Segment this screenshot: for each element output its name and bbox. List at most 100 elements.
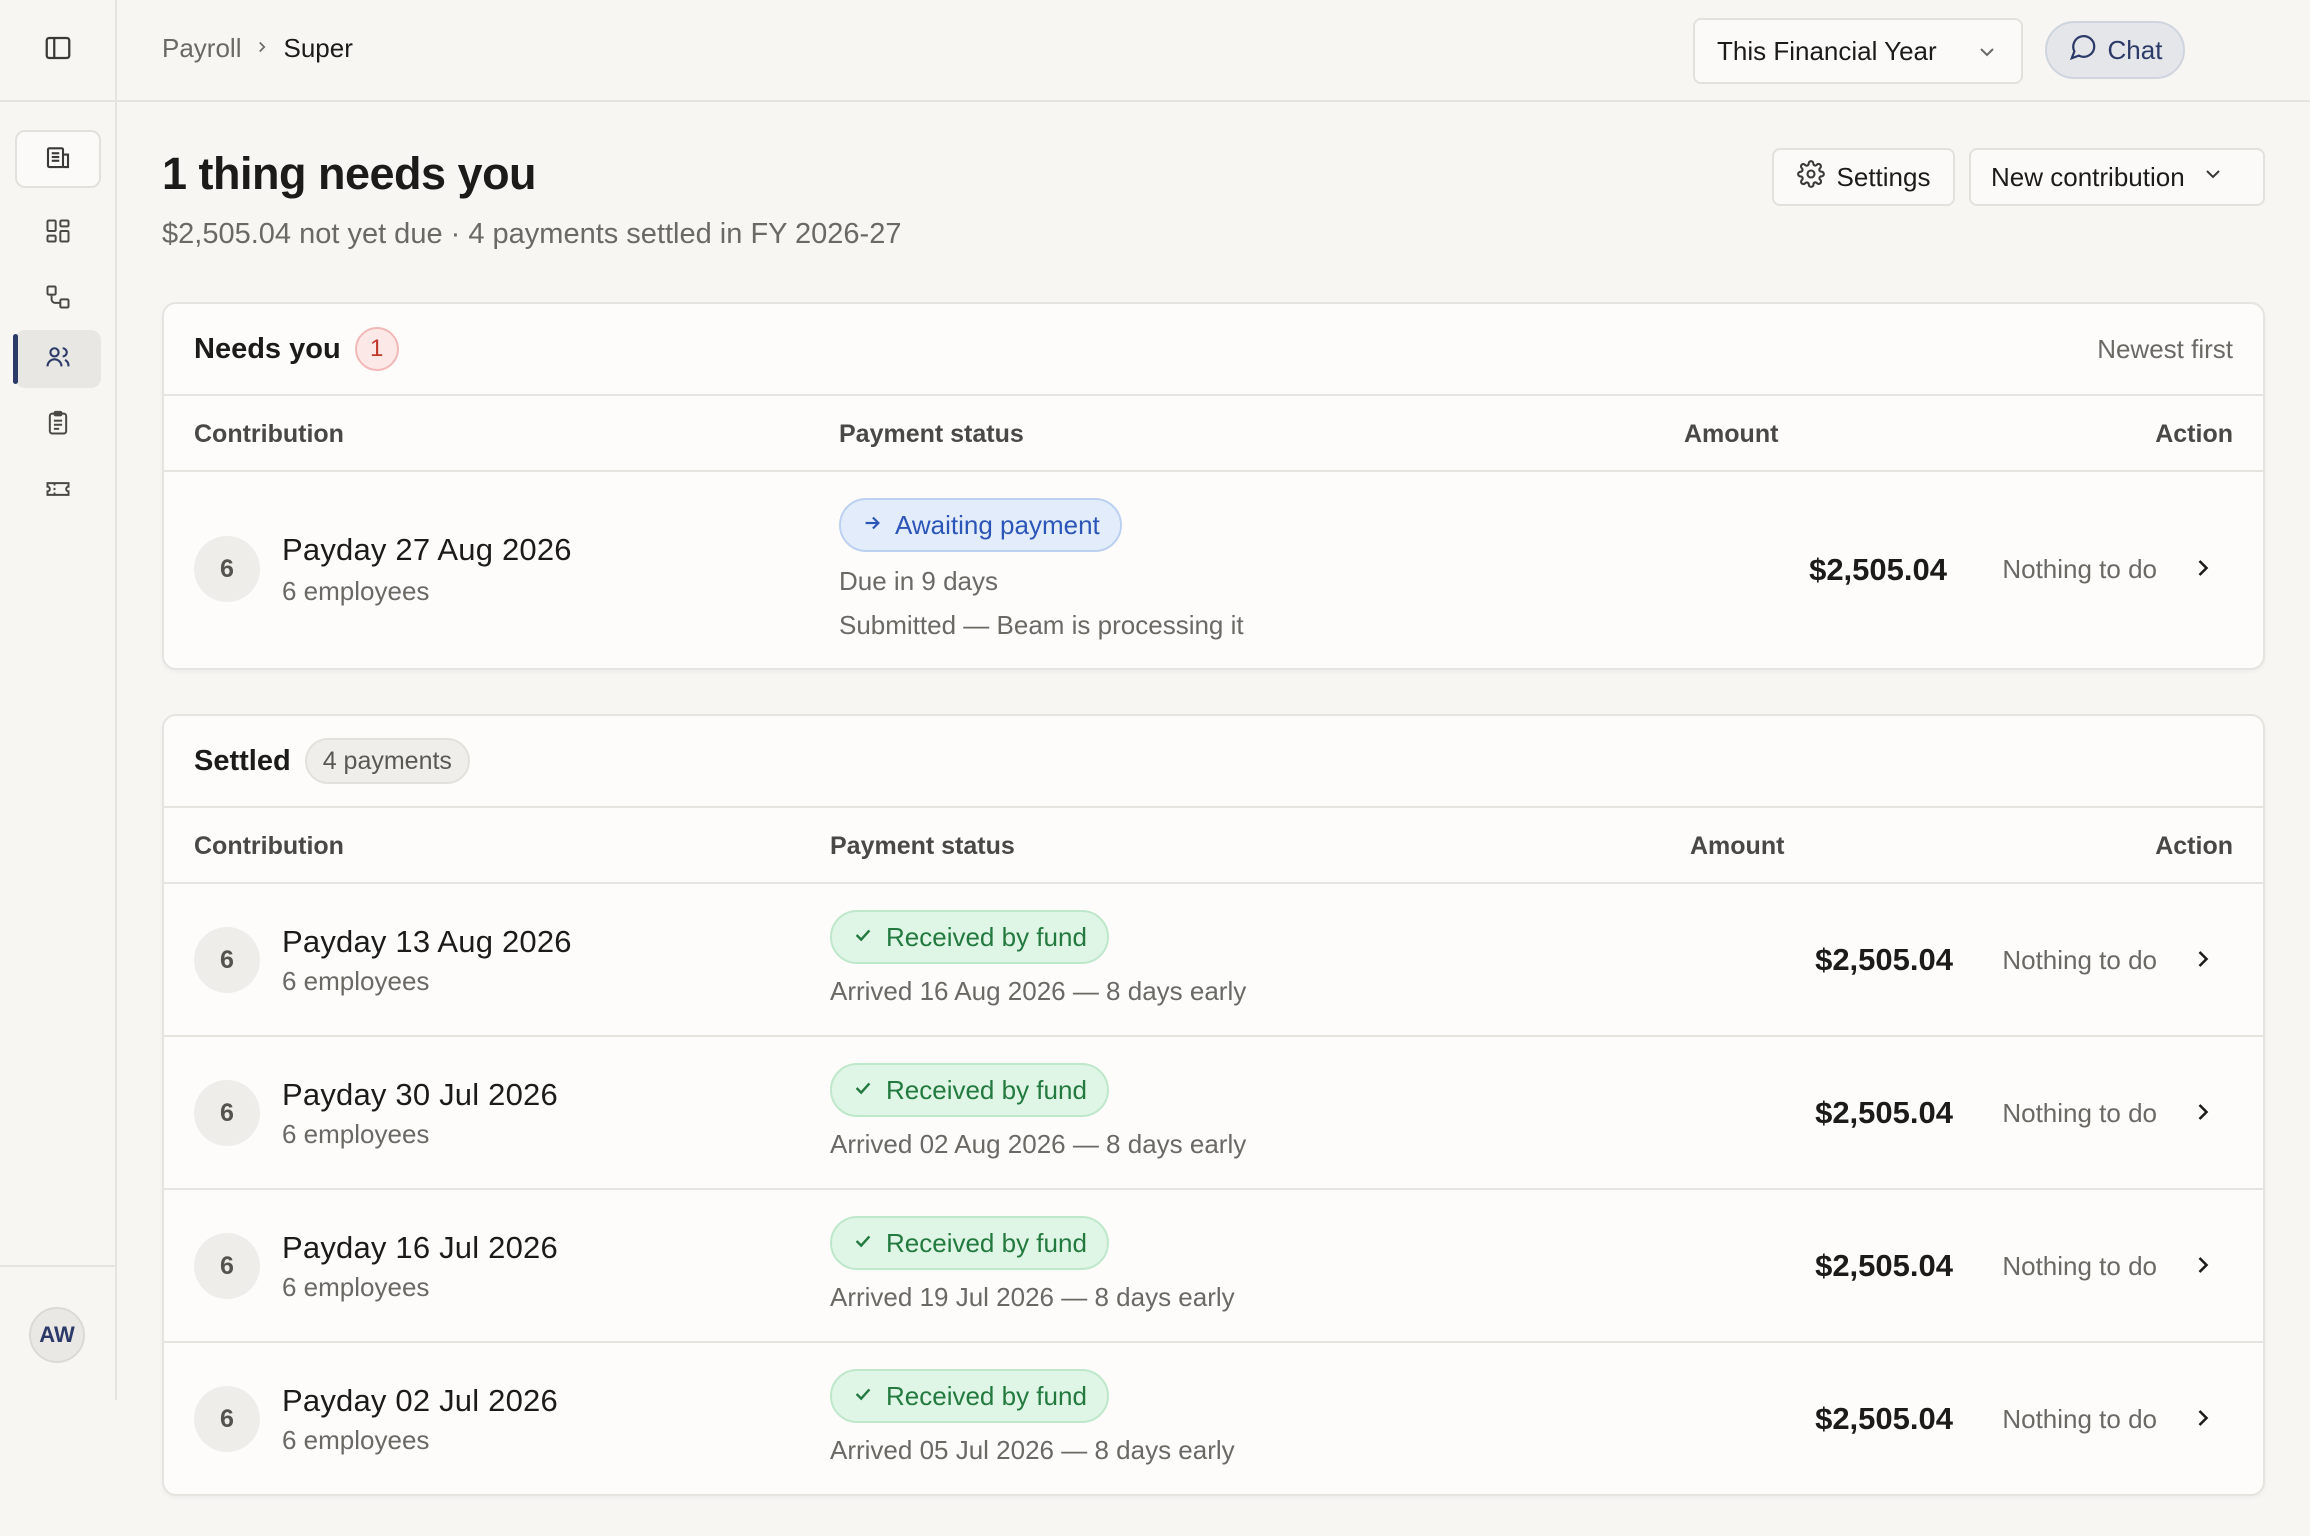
row-subtitle: 6 employees: [282, 966, 430, 996]
breadcrumb: Payroll Super: [162, 33, 353, 64]
status-badge: Received by fund: [830, 910, 1109, 964]
row-title: Payday 27 Aug 2026: [282, 532, 572, 567]
row-title: Payday 30 Jul 2026: [282, 1077, 558, 1112]
row-subtitle: 6 employees: [282, 1272, 430, 1302]
sidebar-item-reports[interactable]: [15, 396, 101, 454]
new-contribution-label: New contribution: [1991, 161, 2185, 192]
employee-count-circle: 6: [194, 927, 260, 993]
column-header-amount: Amount: [1684, 420, 1779, 448]
settled-card: Settled 4 payments Contribution Payment …: [162, 714, 2265, 1496]
chevron-down-icon: [2201, 162, 2225, 193]
arrow-right-icon: [861, 510, 883, 541]
status-detail: Arrived 05 Jul 2026 — 8 days early: [830, 1435, 1235, 1465]
action-text: Nothing to do: [2002, 1098, 2157, 1128]
needs-you-card: Needs you 1 Newest first Contribution Pa…: [162, 302, 2265, 670]
amount: $2,505.04: [1815, 1095, 1953, 1130]
status-detail: Arrived 16 Aug 2026 — 8 days early: [830, 976, 1247, 1006]
action-text: Nothing to do: [2002, 945, 2157, 975]
dashboard-grid-icon: [44, 217, 72, 250]
check-icon: [852, 1075, 874, 1106]
row-title: Payday 02 Jul 2026: [282, 1383, 558, 1418]
period-select-value: This Financial Year: [1717, 35, 1937, 66]
chat-button[interactable]: Chat: [2045, 21, 2185, 79]
topbar: Payroll Super This Financial Year Chat: [117, 0, 2310, 102]
status-label: Received by fund: [886, 921, 1087, 952]
check-icon: [852, 1228, 874, 1259]
sidebar: AW: [0, 0, 117, 1400]
employee-count-circle: 6: [194, 536, 260, 602]
settled-title: Settled: [194, 744, 291, 777]
ticket-icon: [44, 475, 72, 508]
employee-count-circle: 6: [194, 1386, 260, 1452]
chevron-right-icon[interactable]: [2189, 1404, 2217, 1437]
check-icon: [852, 1381, 874, 1412]
sort-toggle[interactable]: Newest first: [2097, 334, 2233, 365]
table-row[interactable]: 6 Payday 02 Jul 2026 6 employees Receive…: [164, 1343, 2263, 1494]
status-detail: Due in 9 days: [839, 566, 998, 596]
status-detail: Submitted — Beam is processing it: [839, 610, 1244, 640]
column-header-action: Action: [2155, 832, 2233, 860]
chevron-right-icon[interactable]: [2189, 1098, 2217, 1131]
table-row[interactable]: 6 Payday 30 Jul 2026 6 employees Receive…: [164, 1037, 2263, 1190]
row-subtitle: 6 employees: [282, 1425, 430, 1455]
row-subtitle: 6 employees: [282, 1119, 430, 1149]
status-badge: Awaiting payment: [839, 498, 1122, 552]
sidebar-header: [0, 0, 115, 102]
sidebar-item-tickets[interactable]: [15, 462, 101, 520]
employee-count-circle: 6: [194, 1233, 260, 1299]
breadcrumb-current: Super: [283, 33, 353, 63]
panel-left-icon[interactable]: [43, 33, 73, 68]
column-header-contribution: Contribution: [194, 832, 344, 860]
needs-you-header: Needs you 1 Newest first: [164, 304, 2263, 396]
status-badge: Received by fund: [830, 1369, 1109, 1423]
building-icon: [43, 142, 73, 177]
needs-you-column-headers: Contribution Payment status Amount Actio…: [164, 396, 2263, 472]
period-select[interactable]: This Financial Year: [1693, 18, 2023, 84]
chevron-right-icon[interactable]: [2189, 945, 2217, 978]
chevron-right-icon[interactable]: [2189, 554, 2217, 587]
employee-count-circle: 6: [194, 1080, 260, 1146]
status-detail: Arrived 02 Aug 2026 — 8 days early: [830, 1129, 1247, 1159]
status-badge: Received by fund: [830, 1216, 1109, 1270]
settled-count-badge: 4 payments: [304, 738, 470, 784]
sidebar-item-people[interactable]: [13, 330, 101, 388]
page-subtitle: $2,505.04 not yet due · 4 payments settl…: [162, 218, 902, 250]
status-detail: Arrived 19 Jul 2026 — 8 days early: [830, 1282, 1235, 1312]
sidebar-footer: AW: [0, 1265, 117, 1400]
table-row[interactable]: 6 Payday 13 Aug 2026 6 employees Receive…: [164, 884, 2263, 1037]
column-header-amount: Amount: [1690, 832, 1785, 860]
row-title: Payday 16 Jul 2026: [282, 1230, 558, 1265]
users-icon: [44, 343, 72, 376]
settled-header: Settled 4 payments: [164, 716, 2263, 808]
amount: $2,505.04: [1815, 1248, 1953, 1283]
row-subtitle: 6 employees: [282, 576, 430, 606]
avatar[interactable]: AW: [29, 1307, 85, 1363]
settings-button[interactable]: Settings: [1772, 148, 1955, 206]
table-row[interactable]: 6 Payday 27 Aug 2026 6 employees Awaitin…: [164, 472, 2263, 668]
sidebar-item-workflows[interactable]: [15, 270, 101, 328]
chevron-right-icon[interactable]: [2189, 1251, 2217, 1284]
new-contribution-button[interactable]: New contribution: [1969, 148, 2265, 206]
check-icon: [852, 922, 874, 953]
sidebar-item-home[interactable]: [15, 130, 101, 188]
amount: $2,505.04: [1815, 942, 1953, 977]
column-header-contribution: Contribution: [194, 420, 344, 448]
chevron-down-icon: [1975, 40, 1999, 71]
needs-you-count-badge: 1: [354, 327, 399, 371]
action-text: Nothing to do: [2002, 1404, 2157, 1434]
workflow-icon: [44, 283, 72, 316]
settled-column-headers: Contribution Payment status Amount Actio…: [164, 808, 2263, 884]
sidebar-item-dashboard[interactable]: [15, 204, 101, 262]
page-title: 1 thing needs you: [162, 148, 537, 199]
breadcrumb-parent[interactable]: Payroll: [162, 33, 241, 64]
chat-label: Chat: [2107, 34, 2163, 65]
column-header-status: Payment status: [830, 832, 1015, 860]
row-title: Payday 13 Aug 2026: [282, 924, 572, 959]
status-label: Received by fund: [886, 1380, 1087, 1411]
amount: $2,505.04: [1815, 1401, 1953, 1436]
chevron-right-icon: [253, 35, 271, 63]
table-row[interactable]: 6 Payday 16 Jul 2026 6 employees Receive…: [164, 1190, 2263, 1343]
settings-label: Settings: [1836, 161, 1931, 192]
status-badge: Received by fund: [830, 1063, 1109, 1117]
amount: $2,505.04: [1809, 552, 1947, 587]
